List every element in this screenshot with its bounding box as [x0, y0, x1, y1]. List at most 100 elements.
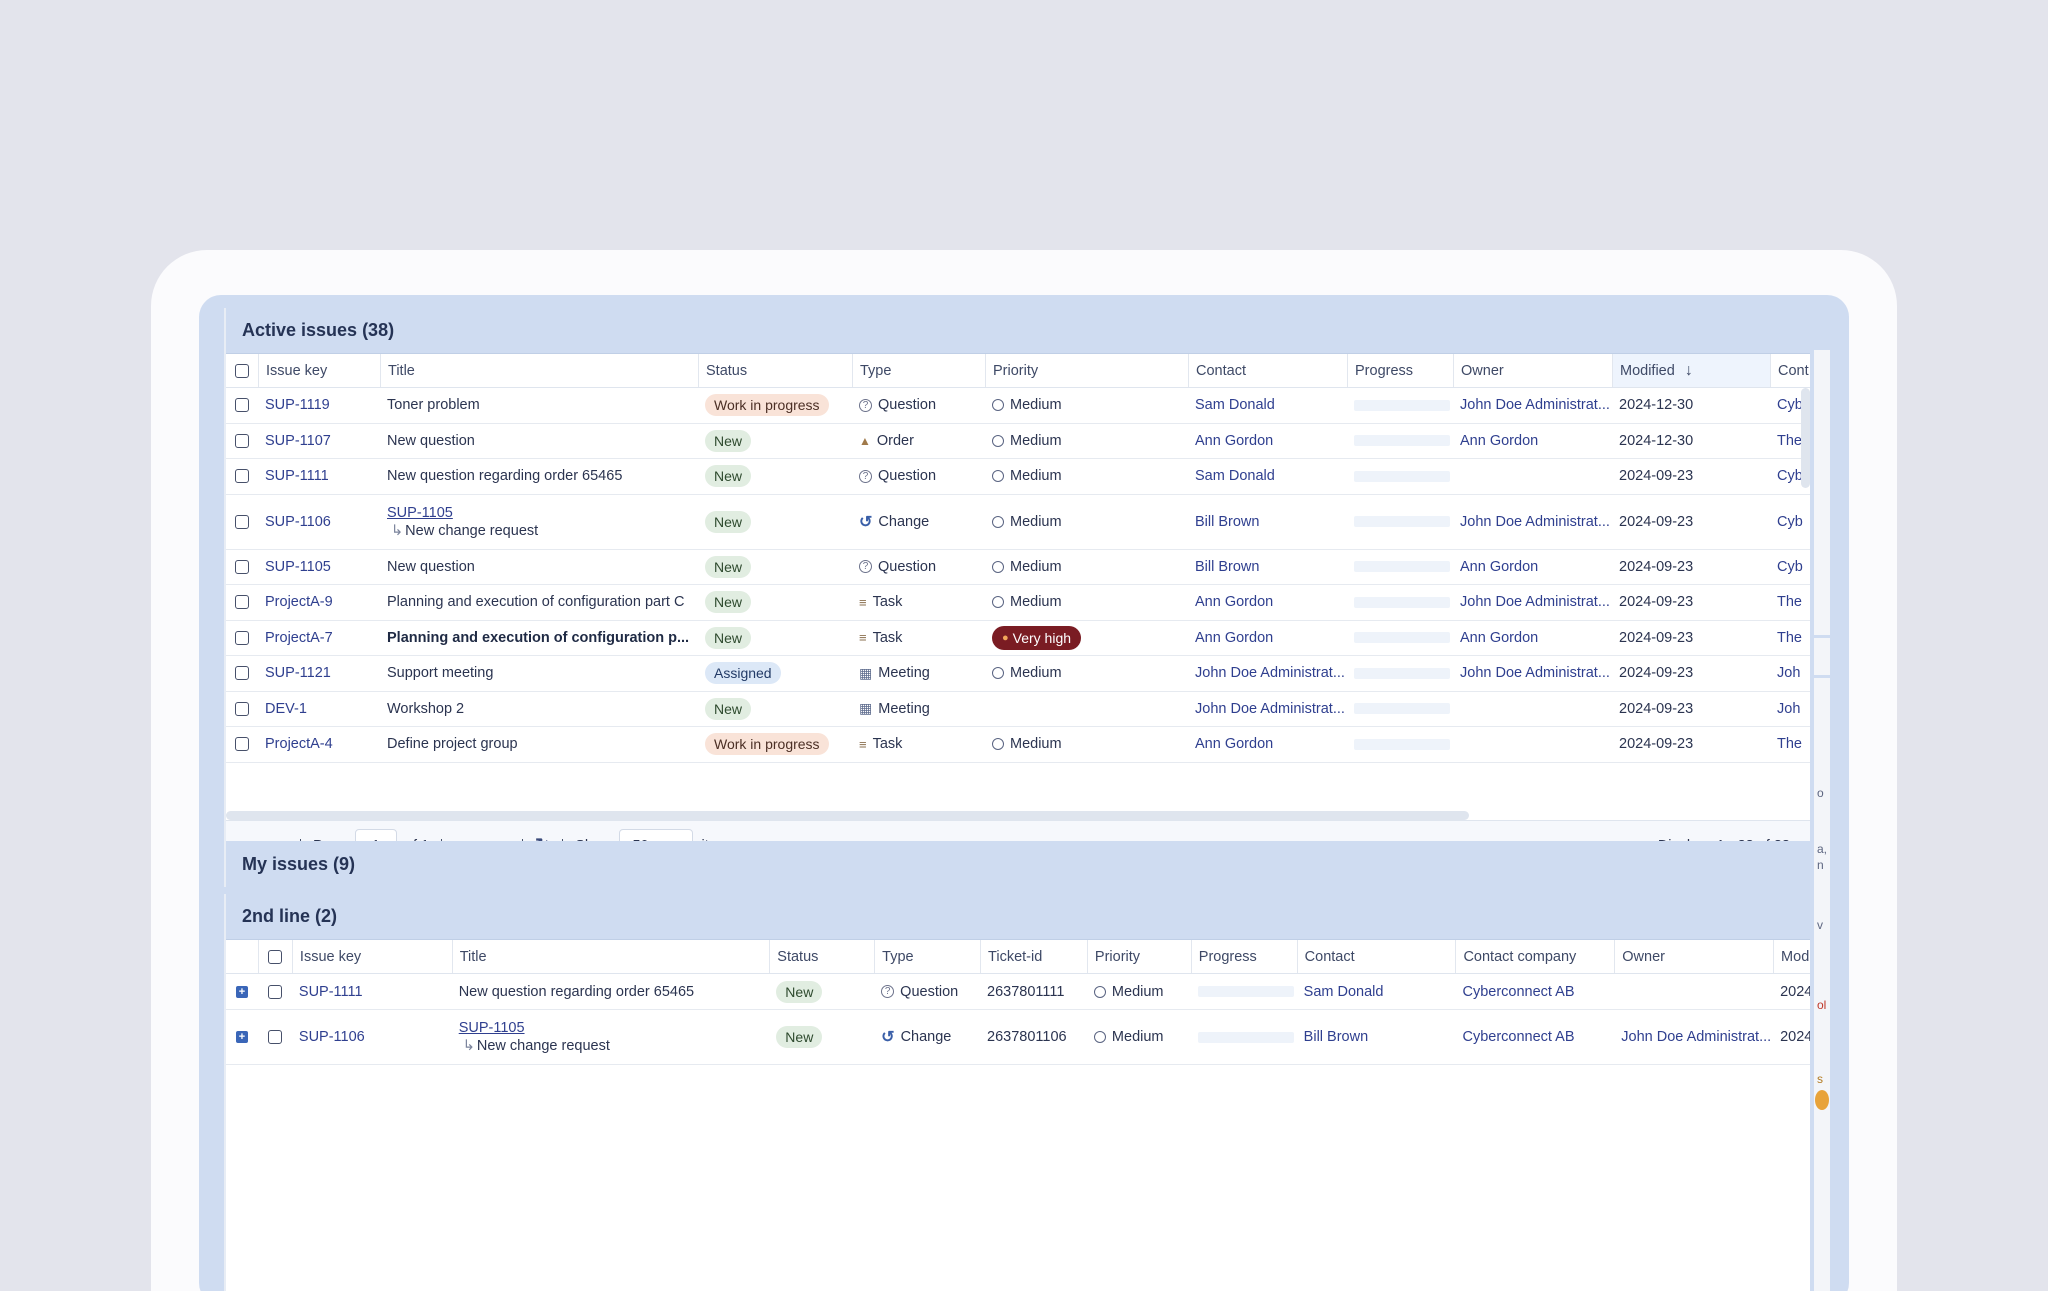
owner-link[interactable]: John Doe Administrat... — [1460, 594, 1610, 610]
contact-link[interactable]: Ann Gordon — [1195, 594, 1273, 610]
column-header-progress[interactable]: Progress — [1190, 940, 1297, 973]
issue-title[interactable]: New question — [387, 559, 475, 575]
company-link[interactable]: Cyb — [1777, 514, 1803, 530]
owner-link[interactable]: John Doe Administrat... — [1460, 514, 1610, 530]
owner-link[interactable]: Ann Gordon — [1460, 630, 1538, 646]
row-checkbox[interactable] — [235, 514, 249, 529]
issue-key-link[interactable]: ProjectA-4 — [265, 736, 333, 752]
issue-key-link[interactable]: SUP-1106 — [299, 1029, 365, 1045]
parent-issue-link[interactable]: SUP-1105 — [459, 1019, 610, 1037]
company-link[interactable]: Joh — [1777, 701, 1800, 717]
row-checkbox[interactable] — [235, 737, 249, 752]
column-header-issue-key[interactable]: Issue key — [291, 940, 452, 973]
table-row[interactable]: DEV-1 Workshop 2 New ▦ Meeting John Doe Admin… — [226, 692, 1810, 727]
contact-link[interactable]: Ann Gordon — [1195, 433, 1273, 449]
issue-title[interactable]: New question — [387, 433, 475, 449]
row-checkbox[interactable] — [235, 398, 249, 413]
company-link[interactable]: The — [1777, 736, 1802, 752]
row-checkbox[interactable] — [235, 666, 249, 681]
contact-link[interactable]: Ann Gordon — [1195, 630, 1273, 646]
table-row[interactable]: ProjectA-7 Planning and execution of conf… — [226, 621, 1810, 656]
column-header-issue-key[interactable]: Issue key — [258, 354, 380, 387]
contact-link[interactable]: John Doe Administrat... — [1195, 665, 1345, 681]
contact-link[interactable]: Bill Brown — [1195, 514, 1259, 530]
row-checkbox[interactable] — [235, 559, 249, 574]
contact-link[interactable]: John Doe Administrat... — [1195, 701, 1345, 717]
contact-link[interactable]: Ann Gordon — [1195, 736, 1273, 752]
column-header-priority[interactable]: Priority — [985, 354, 1188, 387]
vertical-scrollbar[interactable] — [1801, 388, 1810, 488]
row-checkbox[interactable] — [267, 1030, 282, 1044]
column-header-type[interactable]: Type — [874, 940, 980, 973]
company-link[interactable]: Joh — [1777, 665, 1800, 681]
contact-company-link[interactable]: Cyberconnect AB — [1462, 984, 1574, 1000]
issue-key-link[interactable]: DEV-1 — [265, 701, 307, 717]
issue-title[interactable]: Planning and execution of configuration … — [387, 594, 684, 610]
company-link[interactable]: The — [1777, 594, 1802, 610]
contact-link[interactable]: Bill Brown — [1304, 1029, 1368, 1045]
column-header-contact-company[interactable]: Contact company — [1455, 940, 1614, 973]
contact-link[interactable]: Bill Brown — [1195, 559, 1259, 575]
table-row[interactable]: SUP-1107 New question New ▲ Order Medium Ann G… — [226, 424, 1810, 459]
issue-title[interactable]: New change request — [405, 523, 538, 539]
table-row[interactable]: SUP-1119 Toner problem Work in progress? Qu… — [226, 388, 1810, 424]
panel-title[interactable]: 2nd line (2) — [226, 894, 1810, 940]
issue-key-link[interactable]: ProjectA-9 — [265, 594, 333, 610]
issue-key-link[interactable]: SUP-1111 — [299, 984, 363, 1000]
issue-title[interactable]: New question regarding order 65465 — [387, 468, 622, 484]
row-checkbox[interactable] — [235, 701, 249, 716]
issue-title[interactable]: Support meeting — [387, 665, 493, 681]
company-link[interactable]: The — [1777, 433, 1802, 449]
table-row[interactable]: + SUP-1111 New question regarding order 65… — [226, 974, 1810, 1010]
column-header-status[interactable]: Status — [698, 354, 852, 387]
table-row[interactable]: SUP-1111 New question regarding order 654… — [226, 459, 1810, 495]
column-header-modified[interactable]: Modified ↓ — [1612, 354, 1770, 387]
issue-title[interactable]: Planning and execution of configuration … — [387, 630, 689, 646]
issue-key-link[interactable]: SUP-1106 — [265, 514, 331, 530]
contact-link[interactable]: Sam Donald — [1195, 397, 1275, 413]
column-header-progress[interactable]: Progress — [1347, 354, 1453, 387]
column-header-contact[interactable]: Contact — [1296, 940, 1456, 973]
company-link[interactable]: Cyb — [1777, 468, 1803, 484]
select-all-checkbox[interactable] — [235, 363, 249, 378]
row-checkbox[interactable] — [235, 595, 249, 610]
owner-link[interactable]: John Doe Administrat... — [1621, 1029, 1771, 1045]
expand-row-icon[interactable]: + — [235, 1031, 248, 1043]
contact-company-link[interactable]: Cyberconnect AB — [1462, 1029, 1574, 1045]
column-header-modified[interactable]: Mod — [1773, 940, 1810, 973]
issue-key-link[interactable]: ProjectA-7 — [265, 630, 333, 646]
issue-title[interactable]: Define project group — [387, 736, 518, 752]
horizontal-scrollbar[interactable] — [226, 811, 1469, 820]
issue-key-link[interactable]: SUP-1111 — [265, 468, 329, 484]
parent-issue-link[interactable]: SUP-1105 — [387, 504, 538, 522]
issue-key-link[interactable]: SUP-1121 — [265, 665, 331, 681]
row-checkbox[interactable] — [235, 433, 249, 448]
company-link[interactable]: The — [1777, 630, 1802, 646]
column-header-priority[interactable]: Priority — [1086, 940, 1191, 973]
select-all-checkbox[interactable] — [268, 949, 283, 964]
expand-row-icon[interactable]: + — [235, 985, 248, 998]
panel-title[interactable]: Active issues (38) — [226, 308, 1810, 354]
column-header-title[interactable]: Title — [451, 940, 770, 973]
issue-key-link[interactable]: SUP-1105 — [265, 559, 331, 575]
table-row[interactable]: SUP-1121 Support meeting Assigned ▦ Meeting M… — [226, 656, 1810, 692]
issue-title[interactable]: New change request — [477, 1038, 610, 1054]
issue-title[interactable]: Toner problem — [387, 397, 480, 413]
owner-link[interactable]: Ann Gordon — [1460, 559, 1538, 575]
issue-title[interactable]: New question regarding order 65465 — [459, 984, 694, 1000]
column-header-ticket-id[interactable]: Ticket-id — [980, 940, 1087, 973]
owner-link[interactable]: John Doe Administrat... — [1460, 665, 1610, 681]
table-row[interactable]: SUP-1105 New question New? Question Medium Bi… — [226, 550, 1810, 585]
table-row[interactable]: ProjectA-9 Planning and execution of conf… — [226, 585, 1810, 621]
row-checkbox[interactable] — [267, 984, 282, 999]
column-header-type[interactable]: Type — [852, 354, 985, 387]
issue-key-link[interactable]: SUP-1107 — [265, 433, 331, 449]
owner-link[interactable]: Ann Gordon — [1460, 433, 1538, 449]
column-header-status[interactable]: Status — [769, 940, 874, 973]
panel-title[interactable]: My issues (9) — [226, 841, 1810, 887]
issue-key-link[interactable]: SUP-1119 — [265, 397, 330, 413]
owner-link[interactable]: John Doe Administrat... — [1460, 397, 1610, 413]
contact-link[interactable]: Sam Donald — [1304, 984, 1384, 1000]
issue-title[interactable]: Workshop 2 — [387, 701, 464, 717]
company-link[interactable]: Cyb — [1777, 559, 1803, 575]
